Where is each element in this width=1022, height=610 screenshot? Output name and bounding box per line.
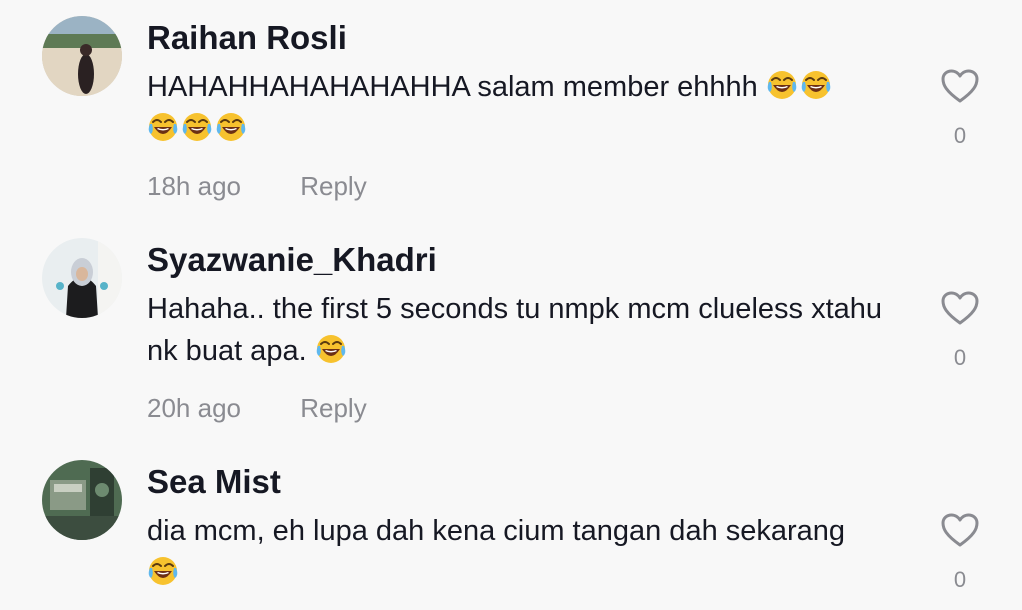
heart-outline-icon[interactable] [940,68,980,104]
face-with-tears-of-joy-emoji [147,555,179,587]
comment-meta: 20h ago Reply [147,393,367,424]
heart-outline-icon[interactable] [940,512,980,548]
avatar[interactable] [42,238,122,318]
avatar[interactable] [42,16,122,96]
heart-outline-icon[interactable] [940,290,980,326]
like-button[interactable]: 0 [940,290,980,371]
face-with-tears-of-joy-emoji [215,111,247,143]
like-count: 0 [953,123,967,148]
comment-text-body: dia mcm, eh lupa dah kena cium tangan da… [147,515,846,547]
comment-username[interactable]: Syazwanie_Khadri [147,240,437,280]
face-with-tears-of-joy-emoji [766,69,798,101]
comment-timestamp: 18h ago [147,171,241,201]
face-with-tears-of-joy-emoji [315,333,347,365]
avatar[interactable] [42,460,122,540]
like-count: 0 [953,567,967,592]
reply-button[interactable]: Reply [300,171,366,201]
comment-text: dia mcm, eh lupa dah kena cium tangan da… [147,510,917,594]
comment-timestamp: 20h ago [147,393,241,423]
face-with-tears-of-joy-emoji [181,111,213,143]
reply-button[interactable]: Reply [300,393,366,423]
like-button[interactable]: 0 [940,512,980,593]
face-with-tears-of-joy-emoji [147,111,179,143]
comment-text-body: Hahaha.. the first 5 seconds tu nmpk mcm… [147,293,883,367]
comment-text: HAHAHHAHAHAHAHHA salam member ehhhh [147,66,917,150]
face-with-tears-of-joy-emoji [800,69,832,101]
comment-username[interactable]: Raihan Rosli [147,18,347,58]
like-button[interactable]: 0 [940,68,980,149]
like-count: 0 [953,345,967,370]
comment-meta: 18h ago Reply [147,171,367,202]
comment-text: Hahaha.. the first 5 seconds tu nmpk mcm… [147,288,917,372]
comment-username[interactable]: Sea Mist [147,462,281,502]
comment-text-body: HAHAHHAHAHAHAHHA salam member ehhhh [147,71,758,103]
